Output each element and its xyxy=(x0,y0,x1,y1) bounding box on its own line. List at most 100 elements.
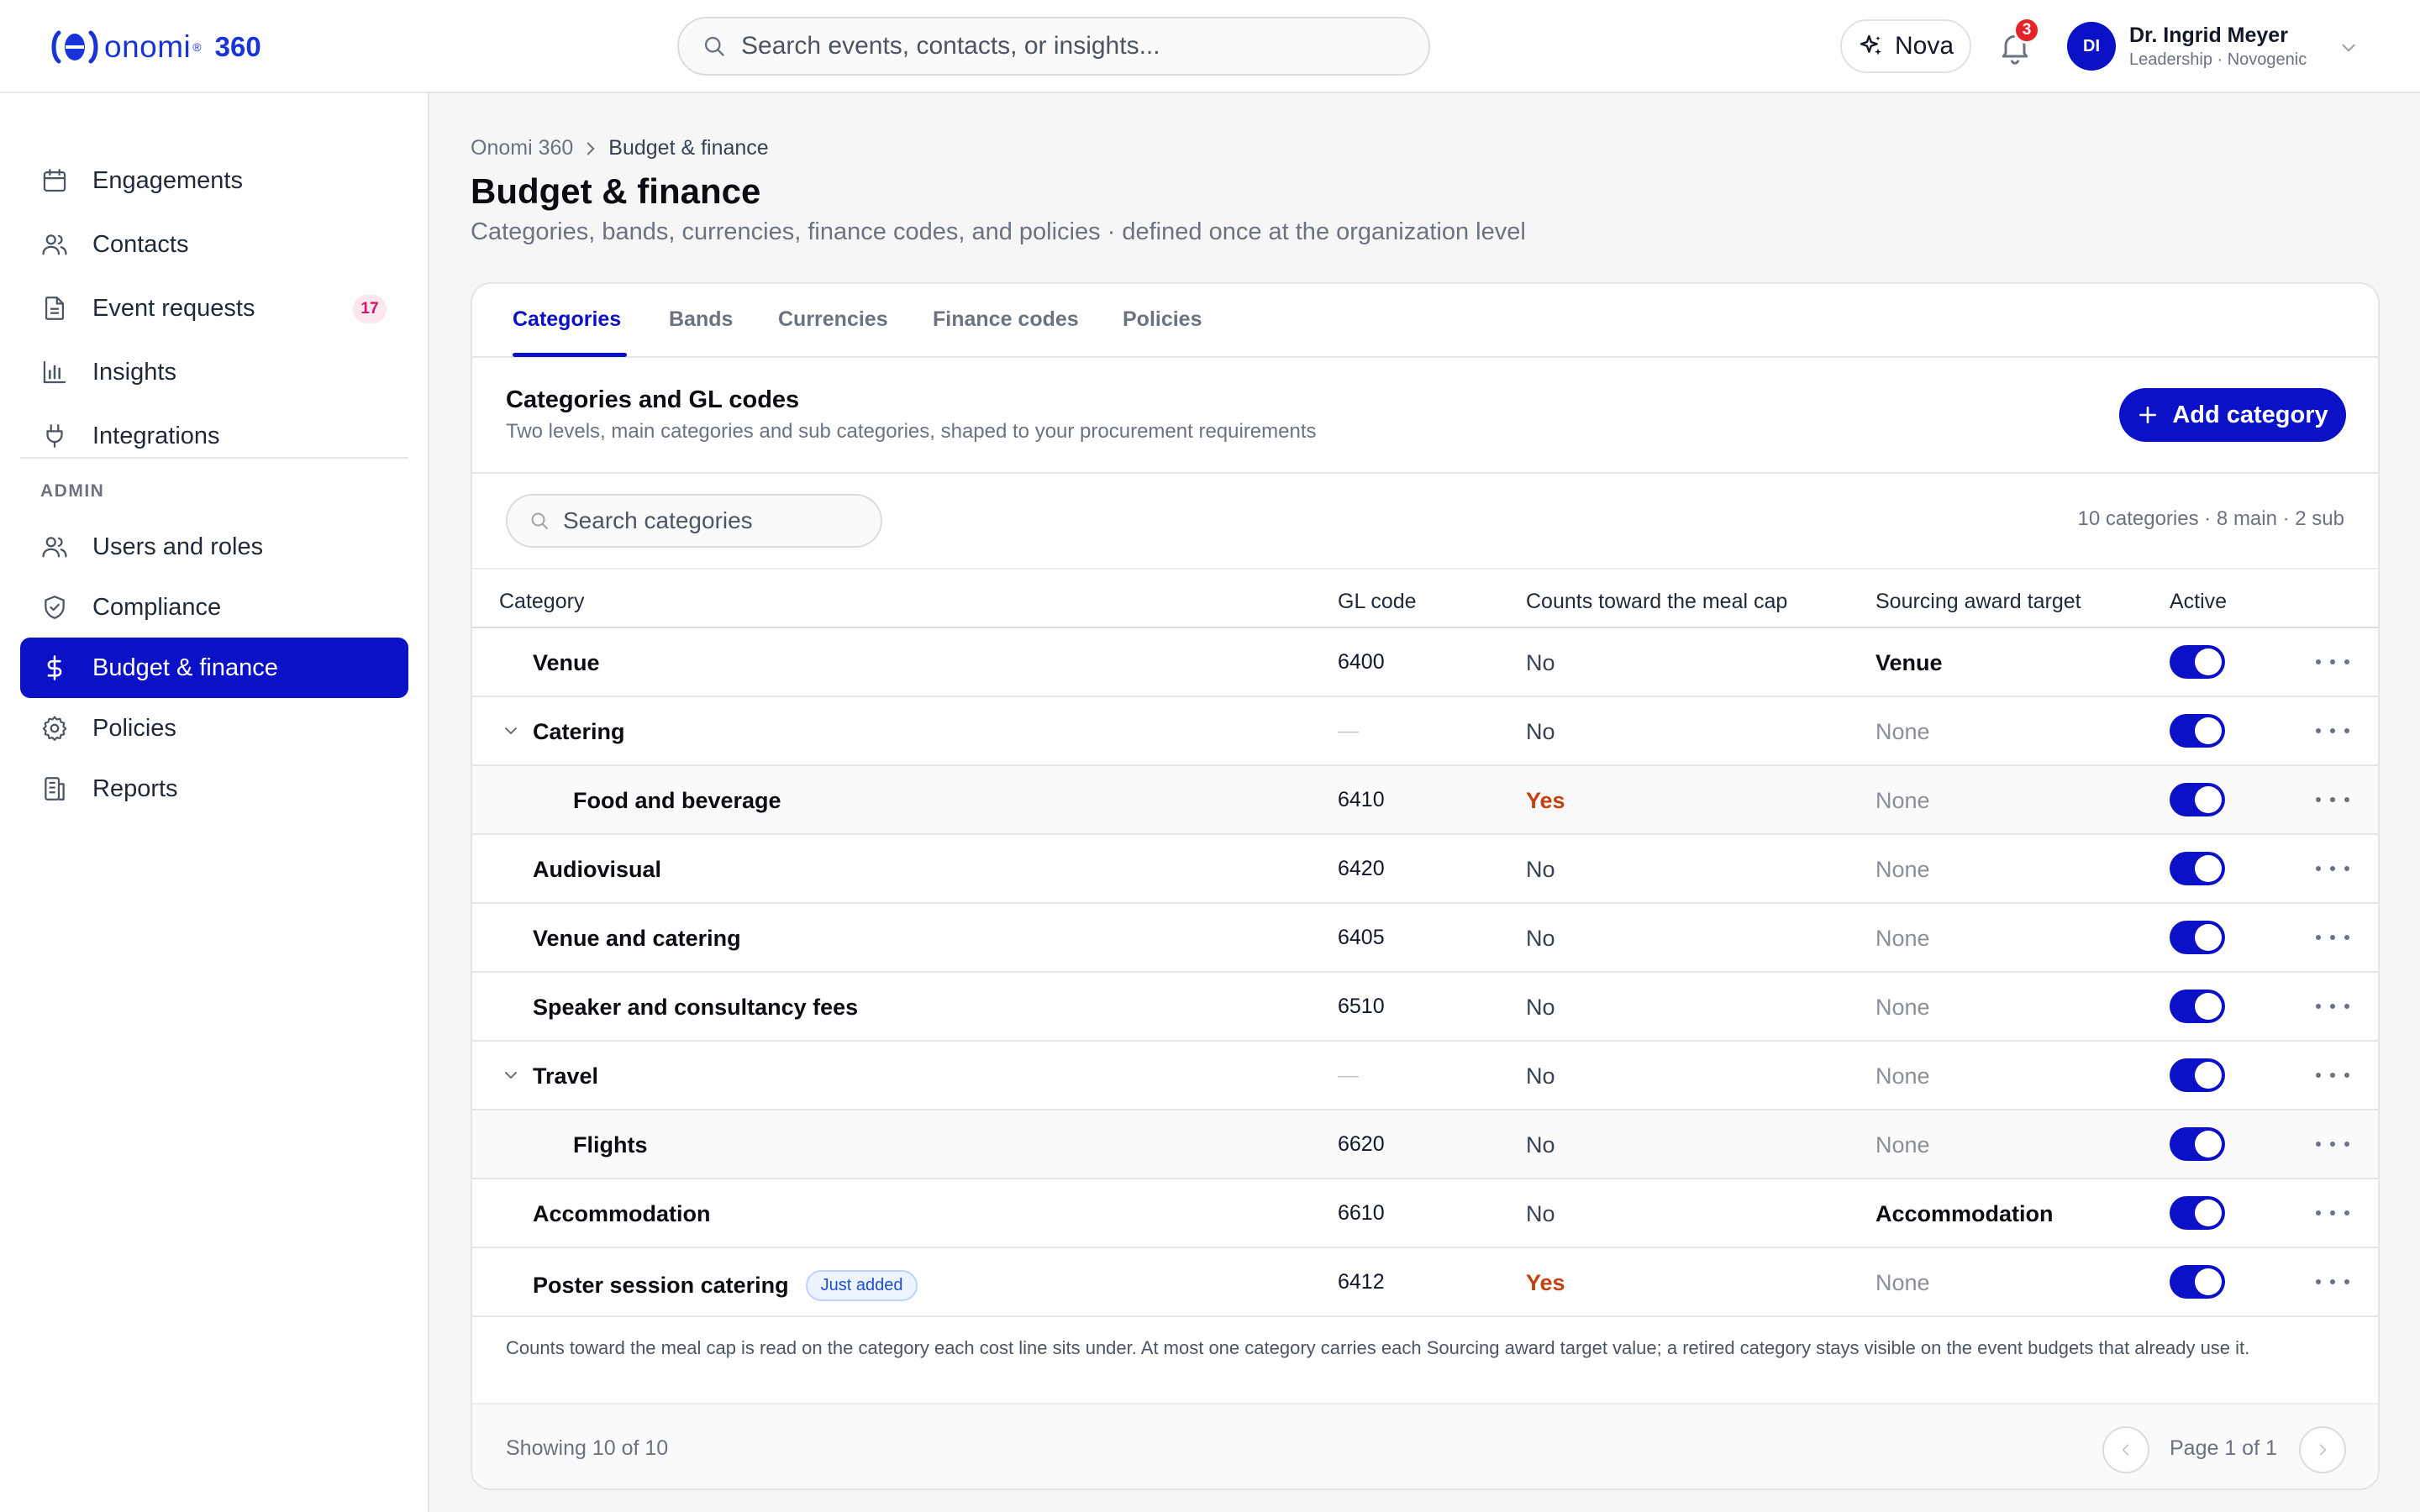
category-name: Venue xyxy=(533,650,600,676)
tab-bar: Categories Bands Currencies Finance code… xyxy=(472,284,2378,358)
active-toggle[interactable] xyxy=(2170,1058,2225,1092)
more-dot xyxy=(2316,659,2321,664)
active-toggle[interactable] xyxy=(2170,921,2225,954)
sidebar-item-users-and-roles[interactable]: Users and roles xyxy=(20,517,408,577)
category-search[interactable] xyxy=(506,494,882,548)
next-page-button[interactable] xyxy=(2299,1426,2346,1473)
sidebar-item-label: Event requests xyxy=(92,294,255,322)
more-options-icon[interactable] xyxy=(2316,1134,2349,1154)
category-name: Venue and catering xyxy=(533,926,741,952)
more-options-icon[interactable] xyxy=(2316,1272,2349,1292)
category-name: Accommodation xyxy=(533,1201,711,1227)
sidebar-item-engagements[interactable]: Engagements xyxy=(20,150,408,211)
more-options-icon[interactable] xyxy=(2316,1065,2349,1085)
toggle-knob xyxy=(2195,1131,2222,1158)
avatar[interactable]: DI xyxy=(2067,22,2116,71)
sidebar-item-event-requests[interactable]: Event requests 17 xyxy=(20,278,408,339)
gl-code: 6410 xyxy=(1338,788,1385,811)
toggle-knob xyxy=(2195,648,2222,675)
logo-wordmark: onomi xyxy=(104,29,192,64)
table-row[interactable]: Flights 6620 No None xyxy=(472,1110,2378,1179)
active-toggle[interactable] xyxy=(2170,714,2225,748)
previous-page-button[interactable] xyxy=(2102,1426,2149,1473)
table-header: Category GL code Counts toward the meal … xyxy=(472,568,2378,628)
active-toggle[interactable] xyxy=(2170,852,2225,885)
tab-currencies[interactable]: Currencies xyxy=(778,307,888,332)
chevron-down-icon[interactable] xyxy=(501,1065,521,1085)
more-options-icon[interactable] xyxy=(2316,858,2349,879)
meal-cap-value: No xyxy=(1526,857,1555,882)
more-options-icon[interactable] xyxy=(2316,721,2349,741)
user-org: Leadership · Novogenic xyxy=(2129,50,2307,69)
gl-code: 6405 xyxy=(1338,926,1385,949)
active-toggle[interactable] xyxy=(2170,1196,2225,1230)
toggle-knob xyxy=(2195,1200,2222,1226)
active-toggle[interactable] xyxy=(2170,1127,2225,1161)
active-toggle[interactable] xyxy=(2170,645,2225,679)
table-row[interactable]: Venue 6400 No Venue xyxy=(472,628,2378,697)
column-header-active[interactable]: Active xyxy=(2170,590,2227,614)
sidebar-item-policies[interactable]: Policies xyxy=(20,698,408,759)
chevron-down-icon[interactable] xyxy=(501,721,521,741)
category-search-input[interactable] xyxy=(563,507,865,534)
more-options-icon[interactable] xyxy=(2316,996,2349,1016)
gl-code: — xyxy=(1338,719,1359,743)
category-name: Catering xyxy=(533,719,625,745)
sidebar-item-budget-and-finance[interactable]: Budget & finance xyxy=(20,638,408,698)
more-dot xyxy=(2330,866,2335,871)
chevron-right-icon xyxy=(2319,1444,2327,1456)
table-row[interactable]: Speaker and consultancy fees 6510 No None xyxy=(472,973,2378,1042)
more-dot xyxy=(2316,1210,2321,1215)
more-dot xyxy=(2344,1142,2349,1147)
active-toggle[interactable] xyxy=(2170,783,2225,816)
users-icon xyxy=(39,228,71,260)
document-icon xyxy=(39,292,71,324)
more-options-icon[interactable] xyxy=(2316,1203,2349,1223)
gl-code: 6610 xyxy=(1338,1201,1385,1225)
tab-finance-codes[interactable]: Finance codes xyxy=(933,307,1079,332)
sidebar-item-insights[interactable]: Insights xyxy=(20,342,408,402)
sidebar-item-contacts[interactable]: Contacts xyxy=(20,214,408,275)
tab-categories[interactable]: Categories xyxy=(513,307,621,332)
more-dot xyxy=(2344,1279,2349,1284)
more-dot xyxy=(2316,797,2321,802)
sidebar-item-label: Contacts xyxy=(92,230,189,258)
category-name: Speaker and consultancy fees xyxy=(533,995,858,1021)
add-category-button[interactable]: Add category xyxy=(2119,388,2346,442)
top-bar: onomi ® 360 Nova 3 DI Dr. Ingrid Meyer L… xyxy=(0,0,2420,93)
table-row[interactable]: Audiovisual 6420 No None xyxy=(472,835,2378,904)
sidebar-item-label: Compliance xyxy=(92,593,222,621)
breadcrumb-current: Budget & finance xyxy=(608,136,769,160)
column-header-sourcing-target[interactable]: Sourcing award target xyxy=(1876,590,2081,614)
category-name-text: Speaker and consultancy fees xyxy=(533,995,859,1020)
more-options-icon[interactable] xyxy=(2316,652,2349,672)
table-row[interactable]: Accommodation 6610 No Accommodation xyxy=(472,1179,2378,1248)
table-row[interactable]: Catering — No None xyxy=(472,697,2378,766)
column-header-category[interactable]: Category xyxy=(499,590,584,614)
user-name[interactable]: Dr. Ingrid Meyer xyxy=(2129,24,2288,48)
more-dot xyxy=(2316,1073,2321,1078)
nova-assistant-button[interactable]: Nova xyxy=(1840,19,1971,73)
tab-policies[interactable]: Policies xyxy=(1123,307,1202,332)
table-row[interactable]: Venue and catering 6405 No None xyxy=(472,904,2378,973)
onomi-logo[interactable]: onomi ® 360 xyxy=(49,24,261,71)
more-options-icon[interactable] xyxy=(2316,790,2349,810)
table-row[interactable]: Travel — No None xyxy=(472,1042,2378,1110)
tab-bands[interactable]: Bands xyxy=(669,307,733,332)
more-options-icon[interactable] xyxy=(2316,927,2349,948)
chevron-down-icon[interactable] xyxy=(2338,37,2360,59)
active-toggle[interactable] xyxy=(2170,1265,2225,1299)
table-row[interactable]: Food and beverage 6410 Yes None xyxy=(472,766,2378,835)
sidebar-item-compliance[interactable]: Compliance xyxy=(20,577,408,638)
sidebar-item-reports[interactable]: Reports xyxy=(20,759,408,819)
global-search-input[interactable] xyxy=(741,32,1397,60)
more-dot xyxy=(2344,866,2349,871)
sourcing-target-value: Accommodation xyxy=(1876,1201,2054,1226)
breadcrumb-root[interactable]: Onomi 360 xyxy=(471,136,573,160)
table-row[interactable]: Poster session catering Just added 6412 Yes… xyxy=(472,1248,2378,1317)
global-search[interactable] xyxy=(677,17,1430,76)
more-dot xyxy=(2316,866,2321,871)
active-toggle[interactable] xyxy=(2170,990,2225,1023)
column-header-gl-code[interactable]: GL code xyxy=(1338,590,1417,614)
column-header-meal-cap[interactable]: Counts toward the meal cap xyxy=(1526,590,1787,614)
